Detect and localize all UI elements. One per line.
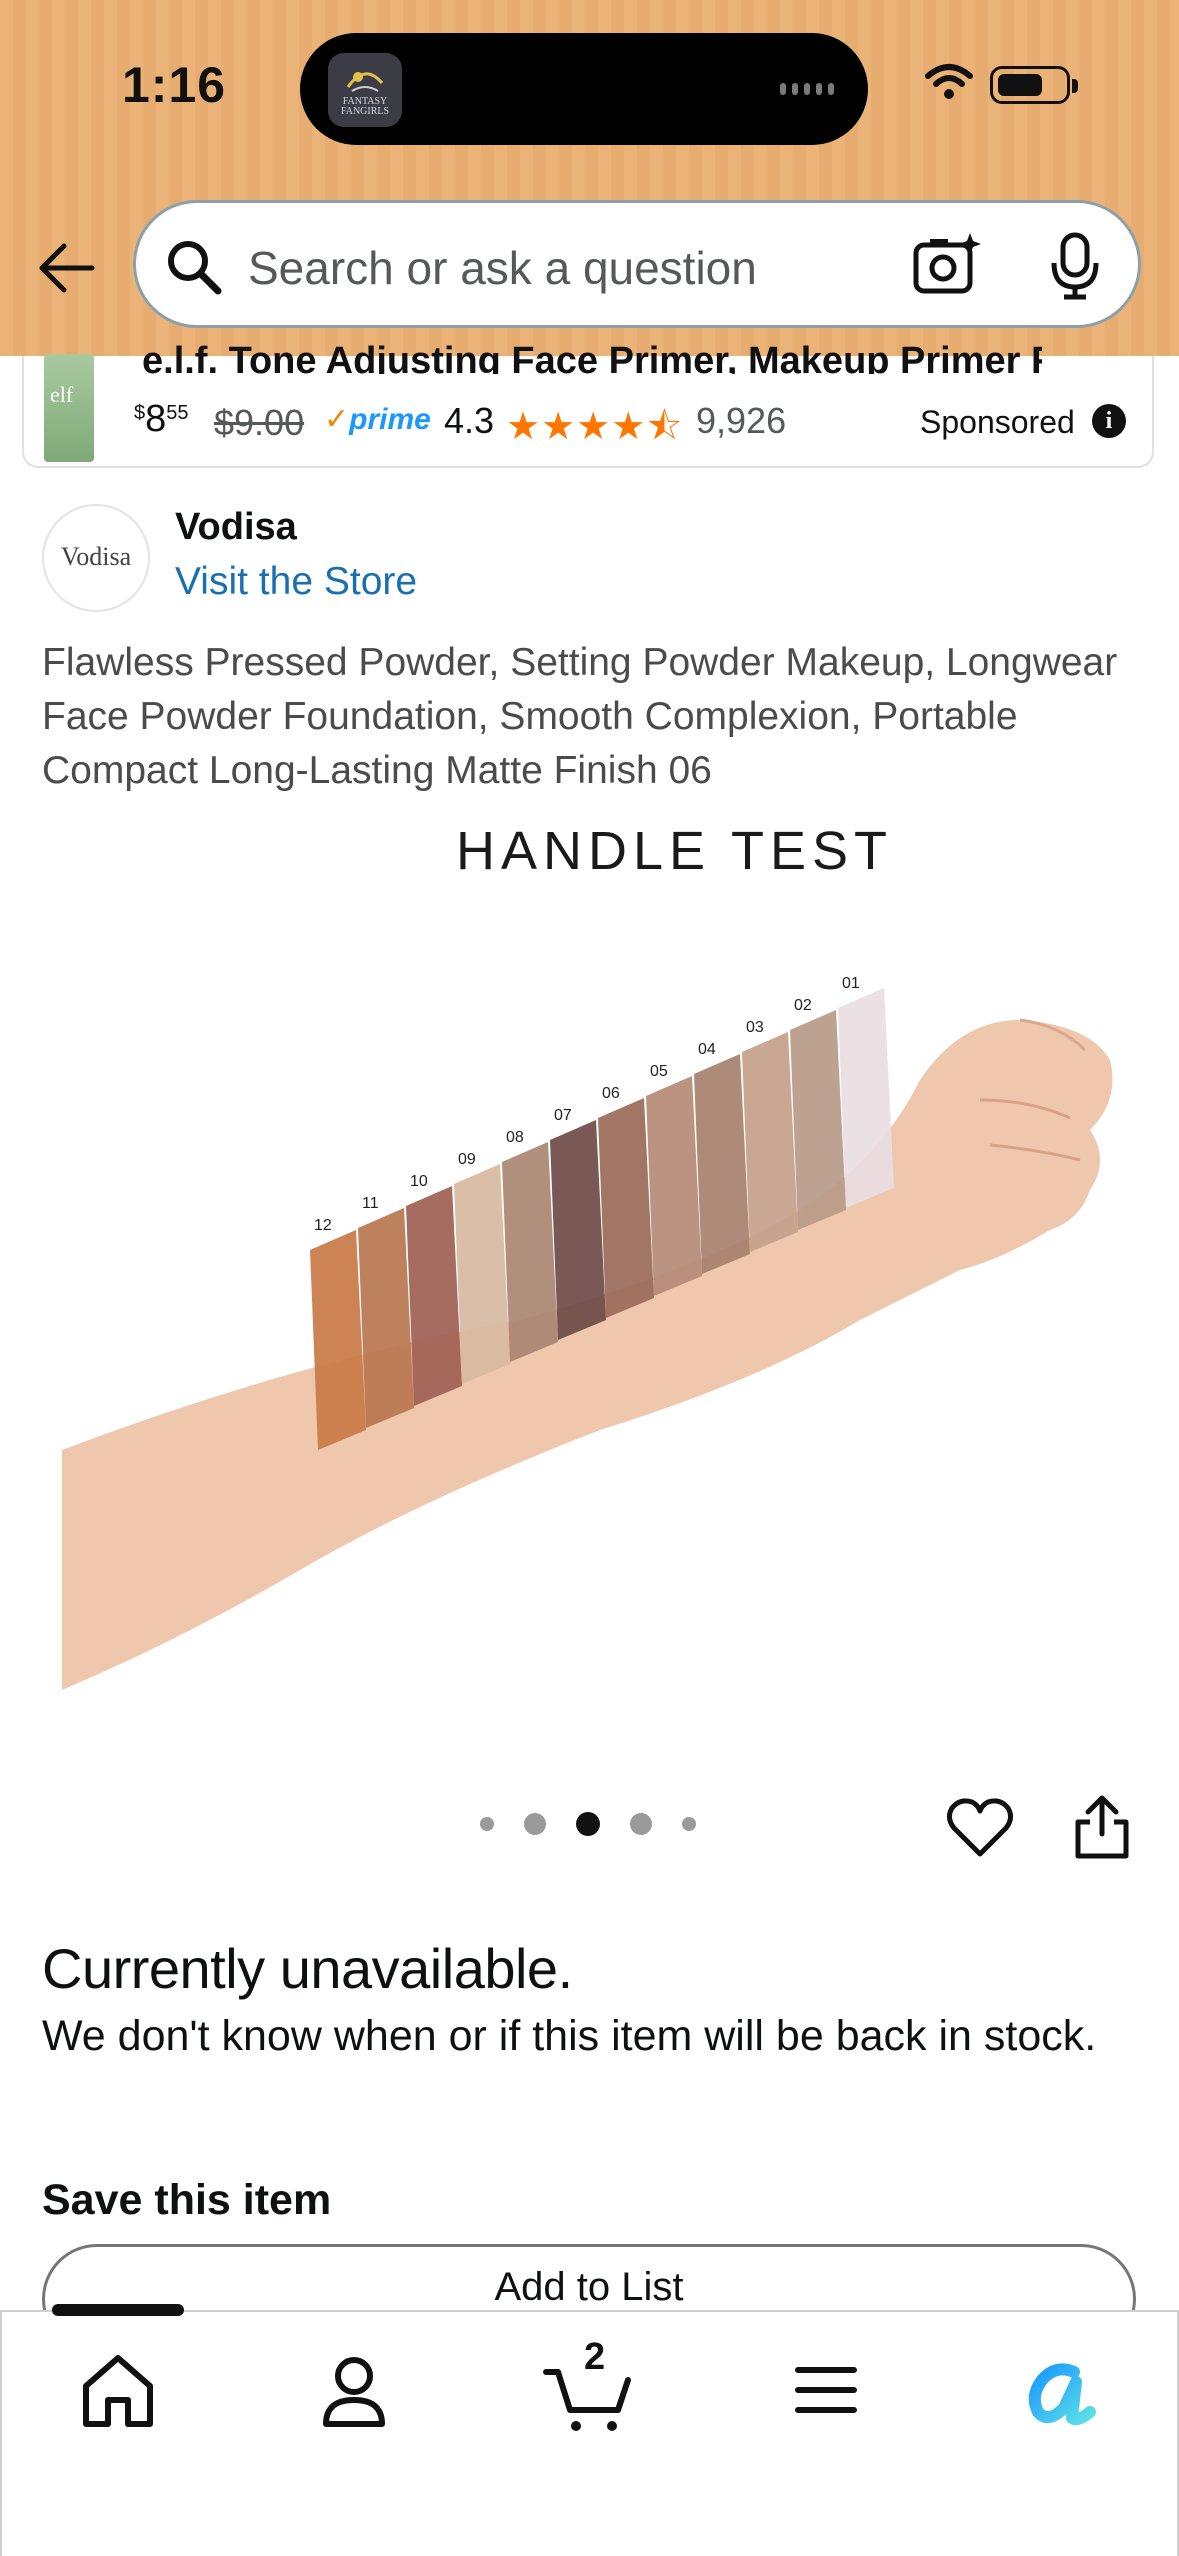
- swatch-label: 09: [458, 1151, 476, 1168]
- search-icon: [168, 241, 222, 295]
- sponsored-ad-card[interactable]: elf e.l.f. Tone Adjusting Face Primer, M…: [22, 340, 1154, 468]
- info-icon[interactable]: i: [1092, 404, 1126, 438]
- availability-status: Currently unavailable.: [42, 1937, 573, 2000]
- shade-swatch: [358, 1208, 414, 1428]
- shade-swatch: [790, 1010, 846, 1230]
- ad-rating: 4.3: [444, 400, 495, 441]
- swatch-label: 05: [650, 1063, 668, 1080]
- shade-swatch: [310, 1230, 366, 1450]
- brand-name: Vodisa: [175, 506, 297, 548]
- share-icon[interactable]: [1072, 1794, 1132, 1860]
- ad-list-price: $9.00: [214, 402, 305, 443]
- swatch-label: 06: [602, 1085, 620, 1102]
- back-arrow-icon[interactable]: [36, 238, 96, 298]
- carousel-dot[interactable]: [524, 1813, 546, 1835]
- brand-logo[interactable]: Vodisa: [42, 504, 150, 612]
- shade-swatch: [598, 1098, 654, 1318]
- shade-swatch: [742, 1032, 798, 1252]
- account-icon[interactable]: [306, 2342, 402, 2438]
- product-title: Flawless Pressed Powder, Setting Powder …: [42, 641, 1118, 792]
- swatch-label: 04: [698, 1041, 716, 1058]
- shade-swatch: [550, 1120, 606, 1340]
- swatch-label: 03: [746, 1019, 764, 1036]
- carousel-dot[interactable]: [480, 1817, 494, 1831]
- home-icon[interactable]: [70, 2342, 166, 2438]
- search-placeholder: Search or ask a question: [248, 242, 757, 294]
- ad-price: $855: [134, 398, 189, 441]
- cart-button[interactable]: 2: [542, 2336, 638, 2438]
- prime-label: prime: [349, 403, 431, 436]
- island-activity-icon: [780, 83, 834, 95]
- availability-description: We don't know when or if this item will …: [42, 2012, 1097, 2060]
- ad-price-whole: 8: [145, 398, 167, 440]
- swatch-label: 11: [362, 1195, 379, 1212]
- visit-store-link[interactable]: Visit the Store: [175, 560, 417, 604]
- microphone-icon[interactable]: [1048, 231, 1102, 301]
- camera-search-icon[interactable]: [912, 231, 982, 297]
- carousel-dot-active[interactable]: [576, 1812, 600, 1836]
- carousel-dot[interactable]: [682, 1817, 696, 1831]
- sponsored-label: Sponsored: [920, 404, 1075, 440]
- heart-icon[interactable]: [946, 1796, 1014, 1860]
- dynamic-island: FANTASY FANGIRLS: [300, 33, 868, 145]
- save-item-heading: Save this item: [42, 2176, 332, 2224]
- cart-count-badge: 2: [584, 2336, 606, 2378]
- carousel-dots[interactable]: [480, 1812, 696, 1836]
- nav-frame-left: [0, 2310, 2, 2556]
- search-input[interactable]: Search or ask a question: [133, 200, 1141, 328]
- swatch-label: 07: [554, 1107, 572, 1124]
- shade-swatch: [646, 1076, 702, 1296]
- ad-product-thumbnail: elf: [44, 354, 94, 462]
- rufus-icon[interactable]: [1012, 2342, 1108, 2438]
- shade-swatch: [838, 988, 894, 1208]
- ad-price-symbol: $: [134, 402, 146, 424]
- ad-thumb-brand: elf: [50, 382, 74, 407]
- wifi-icon: [925, 64, 973, 99]
- island-app-icon: FANTASY FANGIRLS: [328, 53, 402, 127]
- island-app-label: FANTASY FANGIRLS: [340, 96, 390, 117]
- swatch-label: 02: [794, 997, 812, 1014]
- battery-icon: [990, 66, 1078, 104]
- ad-title: e.l.f. Tone Adjusting Face Primer, Makeu…: [142, 340, 1042, 374]
- swatch-label: 08: [506, 1129, 524, 1146]
- status-time: 1:16: [122, 57, 227, 113]
- shade-swatch: [502, 1142, 558, 1362]
- nav-active-indicator: [52, 2304, 184, 2316]
- prime-badge: ✓prime: [324, 403, 431, 436]
- shade-swatch: [406, 1186, 462, 1406]
- ad-star-rating-icon: ★★★★⯪: [506, 406, 684, 448]
- carousel-dot[interactable]: [630, 1813, 652, 1835]
- shade-swatch: [694, 1054, 750, 1274]
- product-image[interactable]: 12 11 10 09 08 07 06 05 04 03 02 01: [0, 800, 1179, 1780]
- swatch-label: 10: [410, 1173, 428, 1190]
- brand-logo-text: Vodisa: [60, 542, 132, 571]
- swatch-label: 01: [842, 975, 860, 992]
- swatch-label: 12: [314, 1217, 332, 1234]
- ad-review-count: 9,926: [696, 400, 787, 441]
- shade-swatch: [454, 1164, 510, 1384]
- ad-price-fraction: 55: [166, 402, 189, 424]
- menu-icon[interactable]: [778, 2342, 874, 2438]
